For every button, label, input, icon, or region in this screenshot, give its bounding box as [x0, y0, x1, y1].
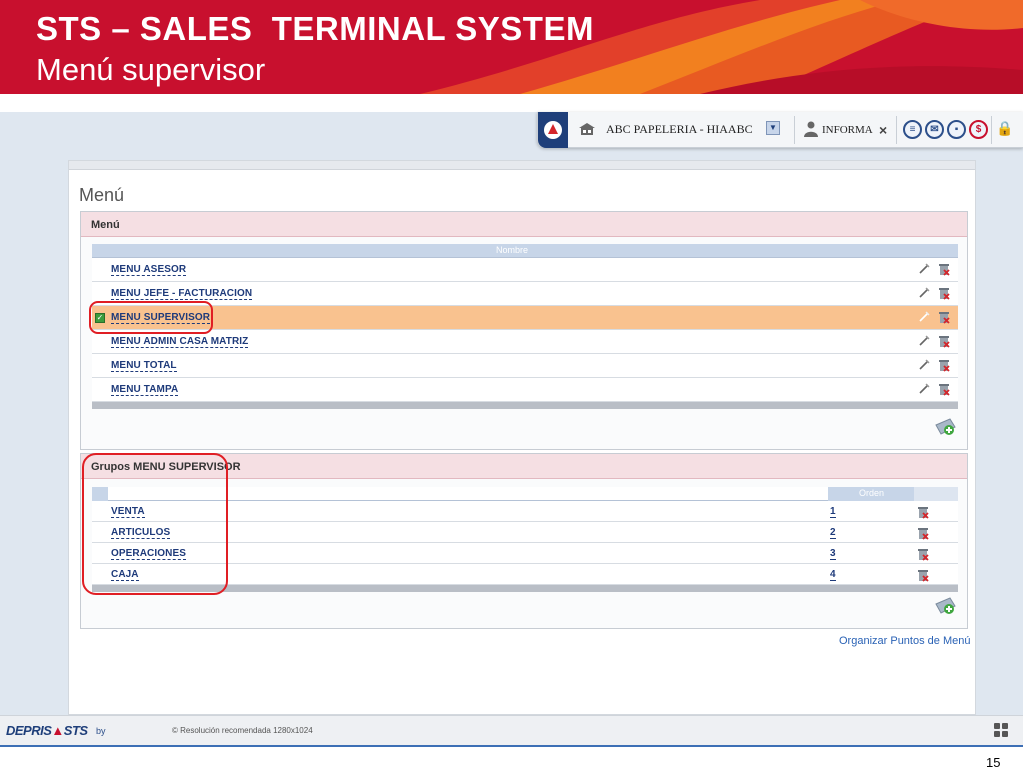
slide-title: STS – SALES TERMINAL SYSTEM — [36, 10, 594, 47]
slide-subtitle: Menú supervisor — [36, 52, 266, 87]
order-value[interactable]: 1 — [830, 506, 836, 518]
company-name: ABC PAPELERIA - HIAABC — [606, 122, 753, 136]
delete-icon[interactable] — [939, 311, 950, 324]
menu-box: Menú Nombre MENU ASESOR MENU JEFE - FACT… — [80, 211, 968, 450]
toolbar-divider — [991, 116, 992, 144]
logout-close-button[interactable]: × — [879, 122, 887, 138]
company-dropdown-button[interactable]: ▼ — [766, 121, 780, 135]
brand-logo-right: STS — [63, 723, 88, 738]
padlock-icon[interactable]: 🔒 — [996, 120, 1013, 138]
table-row[interactable]: MENU JEFE - FACTURACION — [92, 282, 958, 306]
delete-icon[interactable] — [918, 569, 929, 582]
table-row[interactable]: MENU ASESOR — [92, 258, 958, 282]
column-header-name: Nombre — [496, 245, 529, 255]
edit-icon[interactable] — [918, 263, 930, 275]
main-panel: Menú Menú Nombre MENU ASESOR MENU JEFE -… — [68, 160, 976, 715]
delete-icon[interactable] — [939, 287, 950, 300]
panel-top-strip — [69, 161, 975, 170]
menu-box-header: Menú — [81, 212, 967, 237]
app-footer: DEPRIS▲STS by © Resolución recomendada 1… — [0, 715, 1023, 747]
edit-icon[interactable] — [918, 311, 930, 323]
delete-icon[interactable] — [939, 335, 950, 348]
highlight-groups — [82, 453, 228, 595]
delete-icon[interactable] — [918, 548, 929, 561]
slide: STS – SALES TERMINAL SYSTEM Menú supervi… — [0, 0, 1023, 783]
delete-icon[interactable] — [939, 383, 950, 396]
menu-link[interactable]: MENU ASESOR — [111, 264, 187, 276]
toolbar-divider — [896, 116, 897, 144]
chat-icon[interactable]: ≡ — [903, 120, 922, 139]
brand-logo-left: DEPRIS — [6, 723, 52, 738]
resolution-note: © Resolución recomendada 1280x1024 — [172, 726, 313, 735]
app-logo-icon[interactable] — [538, 112, 568, 148]
panel-title: Menú — [79, 185, 125, 205]
user-name: INFORMA — [822, 124, 873, 136]
delete-icon[interactable] — [918, 506, 929, 519]
highlight-menu-supervisor — [89, 301, 213, 334]
mail-icon[interactable]: ✉ — [925, 120, 944, 139]
menu-table: Nombre MENU ASESOR MENU JEFE - FACTURACI… — [92, 244, 958, 419]
brand-logo: DEPRIS▲STS — [6, 723, 88, 738]
delete-icon[interactable] — [939, 263, 950, 276]
order-value[interactable]: 4 — [830, 569, 836, 581]
page-number: 15 — [986, 755, 1001, 770]
home-icon[interactable] — [578, 122, 596, 136]
delete-icon[interactable] — [939, 359, 950, 372]
menu-link[interactable]: MENU TAMPA — [111, 384, 179, 396]
table-footer-bar — [92, 402, 958, 409]
user-icon — [804, 121, 818, 137]
edit-icon[interactable] — [918, 335, 930, 347]
add-item-icon[interactable] — [933, 596, 957, 616]
order-value[interactable]: 2 — [830, 527, 836, 539]
edit-icon[interactable] — [918, 287, 930, 299]
table-row[interactable]: MENU TOTAL — [92, 354, 958, 378]
delete-icon[interactable] — [918, 527, 929, 540]
edit-icon[interactable] — [918, 383, 930, 395]
dollar-icon[interactable]: $ — [969, 120, 988, 139]
app-screenshot: ABC PAPELERIA - HIAABC ▼ INFORMA × ≡ ✉ ▪… — [0, 112, 1023, 747]
edit-icon[interactable] — [918, 359, 930, 371]
header-banner: STS – SALES TERMINAL SYSTEM Menú supervi… — [0, 0, 1023, 94]
footer-accent-line — [0, 745, 1023, 747]
brand-by: by — [96, 726, 106, 736]
top-toolbar: ABC PAPELERIA - HIAABC ▼ INFORMA × ≡ ✉ ▪… — [537, 112, 1023, 148]
table-row[interactable]: MENU ADMIN CASA MATRIZ — [92, 330, 958, 354]
menu-link[interactable]: MENU JEFE - FACTURACION — [111, 288, 253, 300]
column-header-order: Orden — [859, 488, 885, 498]
table-row-selected[interactable]: ✓ MENU SUPERVISOR — [92, 306, 958, 330]
menu-table-header: Nombre — [92, 244, 958, 258]
organize-menu-points-link[interactable]: Organizar Puntos de Menú — [839, 635, 970, 647]
apps-grid-icon[interactable] — [993, 722, 1009, 738]
add-item-icon[interactable] — [933, 417, 957, 437]
menu-link[interactable]: MENU ADMIN CASA MATRIZ — [111, 336, 249, 348]
toolbar-divider — [794, 116, 795, 144]
order-value[interactable]: 3 — [830, 548, 836, 560]
table-row[interactable]: MENU TAMPA — [92, 378, 958, 402]
lock-icon[interactable]: ▪ — [947, 120, 966, 139]
menu-link[interactable]: MENU TOTAL — [111, 360, 177, 372]
